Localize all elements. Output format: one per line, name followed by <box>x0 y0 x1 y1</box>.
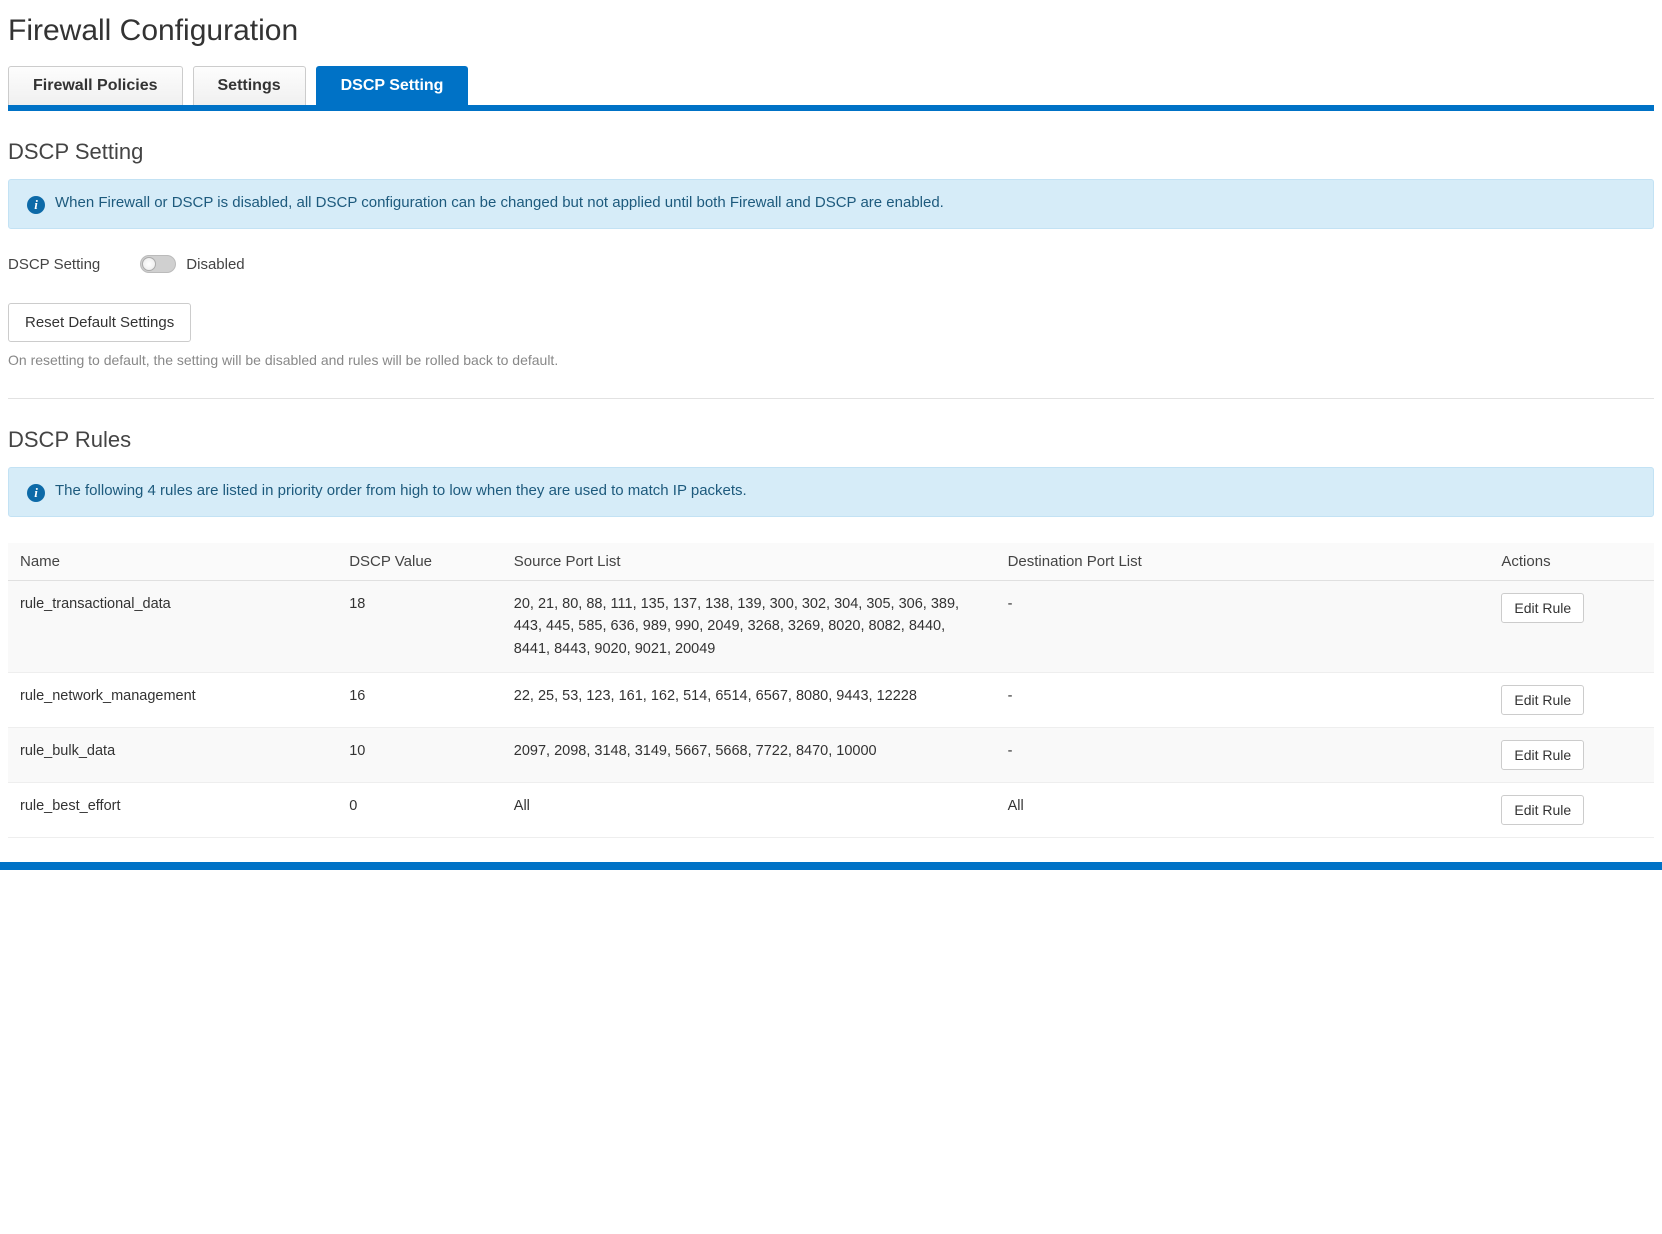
tab-bar: Firewall Policies Settings DSCP Setting <box>8 66 1654 111</box>
dscp-toggle-label: DSCP Setting <box>8 256 100 273</box>
rule-name: rule_transactional_data <box>8 581 337 673</box>
info-icon: i <box>27 484 45 502</box>
table-row: rule_transactional_data 18 20, 21, 80, 8… <box>8 581 1654 673</box>
reset-help-text: On resetting to default, the setting wil… <box>8 352 1654 368</box>
column-header-actions: Actions <box>1489 543 1654 581</box>
dscp-toggle-state: Disabled <box>186 256 244 273</box>
table-row: rule_network_management 16 22, 25, 53, 1… <box>8 673 1654 728</box>
section-heading-dscp-setting: DSCP Setting <box>8 139 1654 165</box>
footer-accent-bar <box>0 862 1662 870</box>
edit-rule-button[interactable]: Edit Rule <box>1501 795 1584 825</box>
rule-source-ports: 20, 21, 80, 88, 111, 135, 137, 138, 139,… <box>502 581 996 673</box>
section-divider <box>8 398 1654 399</box>
tab-settings[interactable]: Settings <box>193 66 306 105</box>
rule-dscp-value: 10 <box>337 728 502 783</box>
info-text-setting: When Firewall or DSCP is disabled, all D… <box>55 194 944 211</box>
rule-dscp-value: 0 <box>337 783 502 838</box>
dscp-toggle-row: DSCP Setting Disabled <box>8 255 1654 273</box>
column-header-source-port-list: Source Port List <box>502 543 996 581</box>
column-header-destination-port-list: Destination Port List <box>996 543 1490 581</box>
rule-dscp-value: 18 <box>337 581 502 673</box>
dscp-toggle[interactable] <box>140 255 176 273</box>
rule-destination-ports: - <box>996 673 1490 728</box>
info-text-rules: The following 4 rules are listed in prio… <box>55 482 747 499</box>
info-banner-rules: i The following 4 rules are listed in pr… <box>8 467 1654 517</box>
rule-name: rule_best_effort <box>8 783 337 838</box>
section-heading-dscp-rules: DSCP Rules <box>8 427 1654 453</box>
rule-destination-ports: - <box>996 728 1490 783</box>
dscp-rules-table: Name DSCP Value Source Port List Destina… <box>8 543 1654 838</box>
table-row: rule_best_effort 0 All All Edit Rule <box>8 783 1654 838</box>
reset-default-button[interactable]: Reset Default Settings <box>8 303 191 342</box>
edit-rule-button[interactable]: Edit Rule <box>1501 685 1584 715</box>
edit-rule-button[interactable]: Edit Rule <box>1501 593 1584 623</box>
info-icon: i <box>27 196 45 214</box>
edit-rule-button[interactable]: Edit Rule <box>1501 740 1584 770</box>
rule-source-ports: 22, 25, 53, 123, 161, 162, 514, 6514, 65… <box>502 673 996 728</box>
rule-name: rule_network_management <box>8 673 337 728</box>
rule-dscp-value: 16 <box>337 673 502 728</box>
rule-destination-ports: All <box>996 783 1490 838</box>
rule-source-ports: All <box>502 783 996 838</box>
table-row: rule_bulk_data 10 2097, 2098, 3148, 3149… <box>8 728 1654 783</box>
tab-firewall-policies[interactable]: Firewall Policies <box>8 66 183 105</box>
info-banner-setting: i When Firewall or DSCP is disabled, all… <box>8 179 1654 229</box>
rule-source-ports: 2097, 2098, 3148, 3149, 5667, 5668, 7722… <box>502 728 996 783</box>
tab-dscp-setting[interactable]: DSCP Setting <box>316 66 469 105</box>
column-header-dscp-value: DSCP Value <box>337 543 502 581</box>
column-header-name: Name <box>8 543 337 581</box>
rule-destination-ports: - <box>996 581 1490 673</box>
toggle-knob <box>142 257 156 271</box>
page-title: Firewall Configuration <box>8 14 1654 48</box>
rule-name: rule_bulk_data <box>8 728 337 783</box>
